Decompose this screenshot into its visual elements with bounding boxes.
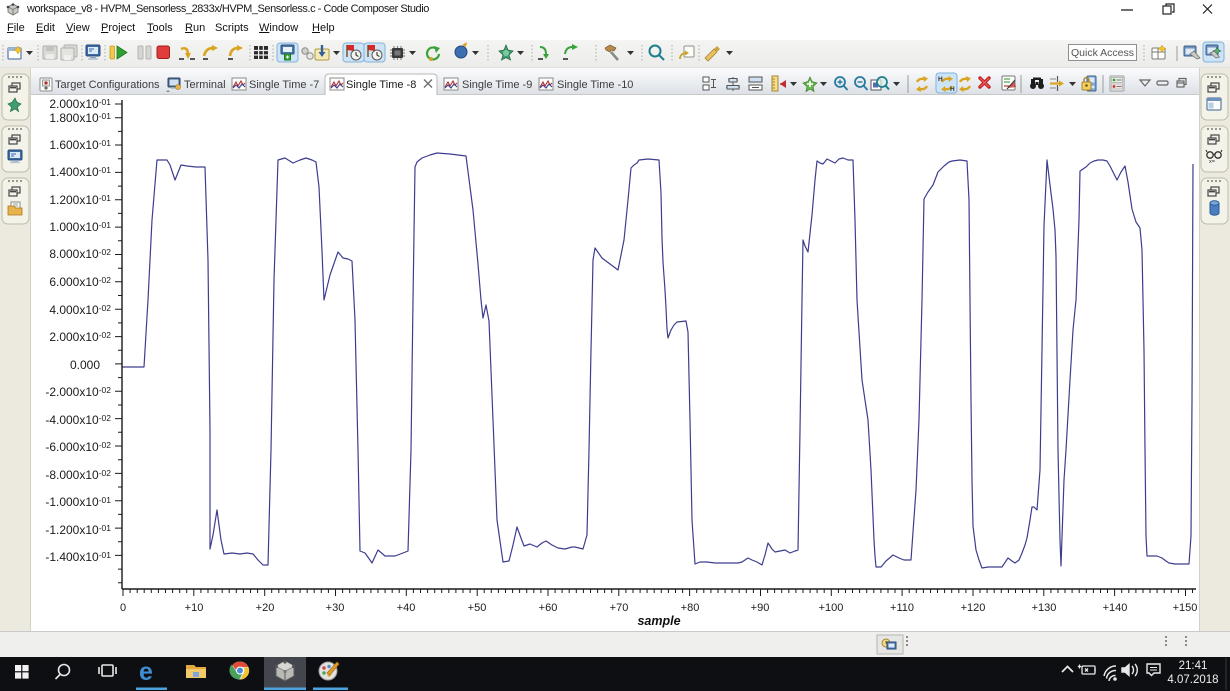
svg-text:4.07.2018: 4.07.2018 bbox=[1167, 674, 1218, 686]
svg-text:e: e bbox=[139, 658, 153, 686]
svg-text:21:41: 21:41 bbox=[1179, 660, 1208, 672]
